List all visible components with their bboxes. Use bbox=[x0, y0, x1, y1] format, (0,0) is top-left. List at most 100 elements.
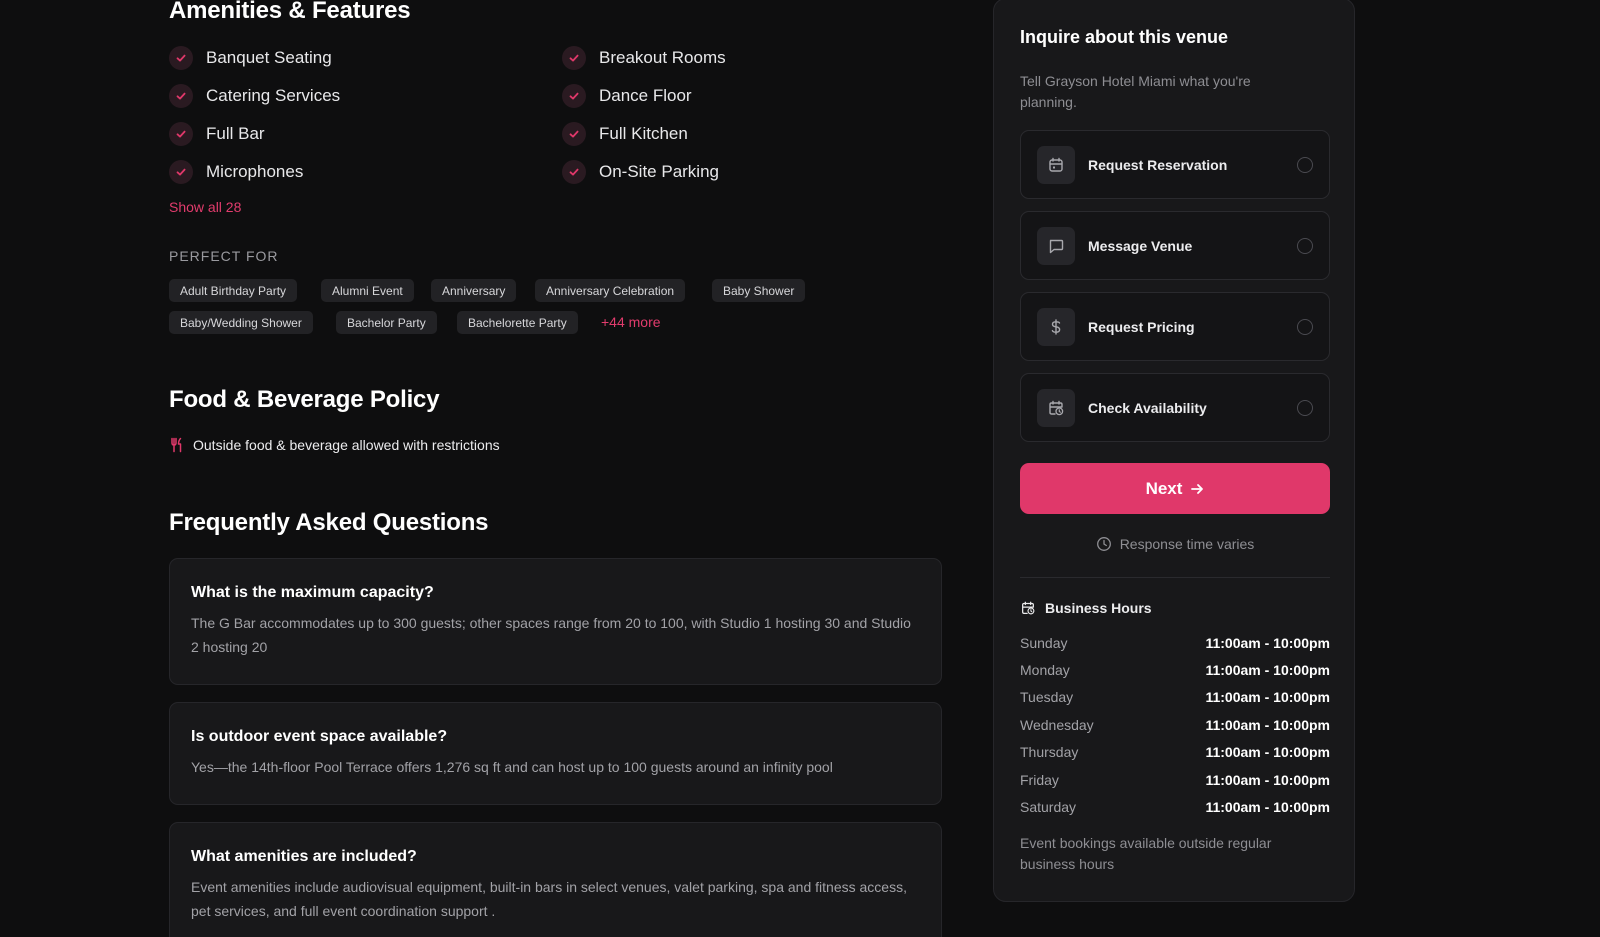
amenity-label: Banquet Seating bbox=[206, 48, 332, 67]
check-icon bbox=[169, 122, 193, 146]
inquiry-subtitle: Tell Grayson Hotel Miami what you're pla… bbox=[1020, 73, 1251, 110]
faq-answer: The G Bar accommodates up to 300 guests;… bbox=[191, 615, 911, 655]
faq-item[interactable]: What is the maximum capacity? The G Bar … bbox=[169, 558, 942, 685]
hours-row: Sunday 11:00am - 10:00pm bbox=[1020, 635, 1330, 651]
event-tag: Alumni Event bbox=[321, 279, 414, 302]
hours-day: Wednesday bbox=[1020, 717, 1094, 733]
check-icon bbox=[562, 122, 586, 146]
business-hours-title: Business Hours bbox=[1020, 600, 1152, 616]
option-message-venue[interactable]: Message Venue bbox=[1020, 211, 1330, 280]
calendar-clock-icon bbox=[1020, 600, 1036, 616]
amenity-label: Dance Floor bbox=[599, 86, 692, 105]
option-label: Request Pricing bbox=[1088, 318, 1195, 335]
faq-title: Frequently Asked Questions bbox=[169, 509, 489, 536]
dollar-icon bbox=[1037, 307, 1075, 346]
event-tag: Baby Shower bbox=[712, 279, 806, 302]
check-icon bbox=[169, 160, 193, 184]
clock-icon bbox=[1096, 536, 1112, 552]
hours-time: 11:00am - 10:00pm bbox=[1205, 772, 1330, 788]
faq-question: What is the maximum capacity? bbox=[191, 584, 434, 601]
divider bbox=[1020, 577, 1330, 578]
amenity-item: Full Bar bbox=[169, 121, 265, 147]
option-radio[interactable] bbox=[1297, 237, 1313, 254]
food-beverage-title: Food & Beverage Policy bbox=[169, 386, 440, 413]
business-hours-label: Business Hours bbox=[1045, 600, 1152, 616]
event-tag: Adult Birthday Party bbox=[169, 279, 298, 302]
option-radio[interactable] bbox=[1297, 399, 1313, 416]
hours-row: Monday 11:00am - 10:00pm bbox=[1020, 662, 1330, 678]
hours-time: 11:00am - 10:00pm bbox=[1205, 662, 1330, 678]
amenity-item: Full Kitchen bbox=[562, 121, 688, 147]
event-tag: Baby/Wedding Shower bbox=[169, 311, 313, 334]
option-check-availability[interactable]: Check Availability bbox=[1020, 373, 1330, 442]
check-icon bbox=[169, 84, 193, 108]
amenity-item: Banquet Seating bbox=[169, 45, 332, 71]
response-time-text: Response time varies bbox=[1119, 536, 1255, 552]
event-tag: Anniversary Celebration bbox=[535, 279, 686, 302]
option-radio[interactable] bbox=[1297, 156, 1313, 173]
check-icon bbox=[562, 160, 586, 184]
hours-day: Thursday bbox=[1020, 744, 1079, 760]
hours-time: 11:00am - 10:00pm bbox=[1205, 799, 1330, 815]
more-tags-link[interactable]: +44 more bbox=[601, 314, 661, 330]
faq-answer: Event amenities include audiovisual equi… bbox=[191, 879, 907, 919]
event-tag: Bachelorette Party bbox=[457, 311, 578, 334]
amenities-title: Amenities & Features bbox=[169, 0, 411, 24]
hours-time: 11:00am - 10:00pm bbox=[1205, 689, 1330, 705]
hours-day: Tuesday bbox=[1020, 689, 1074, 705]
amenity-label: Full Kitchen bbox=[599, 124, 688, 143]
amenity-item: Dance Floor bbox=[562, 83, 692, 109]
hours-time: 11:00am - 10:00pm bbox=[1205, 635, 1330, 651]
hours-row: Friday 11:00am - 10:00pm bbox=[1020, 772, 1330, 788]
utensils-icon bbox=[169, 437, 185, 453]
hours-row: Thursday 11:00am - 10:00pm bbox=[1020, 744, 1330, 760]
hours-day: Friday bbox=[1020, 772, 1059, 788]
amenity-label: Catering Services bbox=[206, 86, 341, 105]
food-beverage-text: Outside food & beverage allowed with res… bbox=[193, 437, 500, 453]
option-label: Message Venue bbox=[1088, 237, 1193, 254]
perfect-for-label: PERFECT FOR bbox=[169, 248, 279, 264]
food-beverage-policy: Outside food & beverage allowed with res… bbox=[169, 437, 500, 453]
option-request-reservation[interactable]: Request Reservation bbox=[1020, 130, 1330, 199]
amenity-item: Catering Services bbox=[169, 83, 340, 109]
amenity-item: Microphones bbox=[169, 159, 303, 185]
amenity-label: Microphones bbox=[206, 162, 304, 181]
next-button[interactable]: Next bbox=[1020, 463, 1330, 514]
amenity-label: Breakout Rooms bbox=[599, 48, 726, 67]
hours-time: 11:00am - 10:00pm bbox=[1205, 717, 1330, 733]
hours-day: Sunday bbox=[1020, 635, 1068, 651]
faq-item[interactable]: Is outdoor event space available? Yes—th… bbox=[169, 702, 942, 805]
show-all-amenities-link[interactable]: Show all 28 bbox=[169, 199, 241, 215]
check-icon bbox=[169, 46, 193, 70]
inquiry-title: Inquire about this venue bbox=[1020, 27, 1229, 47]
event-tag: Bachelor Party bbox=[336, 311, 437, 334]
hours-day: Monday bbox=[1020, 662, 1070, 678]
option-label: Request Reservation bbox=[1088, 156, 1228, 173]
next-label: Next bbox=[1145, 478, 1183, 498]
message-icon bbox=[1037, 226, 1075, 265]
hours-day: Saturday bbox=[1020, 799, 1077, 815]
amenity-item: On-Site Parking bbox=[562, 159, 719, 185]
option-request-pricing[interactable]: Request Pricing bbox=[1020, 292, 1330, 361]
check-icon bbox=[562, 84, 586, 108]
calendar-icon bbox=[1037, 145, 1075, 184]
inquiry-panel: Inquire about this venue Tell Grayson Ho… bbox=[993, 0, 1355, 902]
hours-row: Wednesday 11:00am - 10:00pm bbox=[1020, 717, 1330, 733]
calendar-clock-icon bbox=[1037, 388, 1075, 427]
check-icon bbox=[562, 46, 586, 70]
hours-row: Saturday 11:00am - 10:00pm bbox=[1020, 799, 1330, 815]
hours-time: 11:00am - 10:00pm bbox=[1205, 744, 1330, 760]
faq-question: Is outdoor event space available? bbox=[191, 728, 448, 745]
business-hours-note: Event bookings available outside regular… bbox=[1020, 835, 1272, 872]
amenity-label: Full Bar bbox=[206, 124, 265, 143]
event-tag: Anniversary bbox=[431, 279, 517, 302]
response-time: Response time varies bbox=[1020, 536, 1330, 552]
amenity-item: Breakout Rooms bbox=[562, 45, 726, 71]
option-radio[interactable] bbox=[1297, 318, 1313, 335]
faq-answer: Yes—the 14th-floor Pool Terrace offers 1… bbox=[191, 759, 833, 775]
hours-row: Tuesday 11:00am - 10:00pm bbox=[1020, 689, 1330, 705]
option-label: Check Availability bbox=[1088, 399, 1207, 416]
faq-question: What amenities are included? bbox=[191, 848, 417, 865]
faq-item[interactable]: What amenities are included? Event ameni… bbox=[169, 822, 942, 937]
arrow-right-icon bbox=[1190, 482, 1204, 496]
